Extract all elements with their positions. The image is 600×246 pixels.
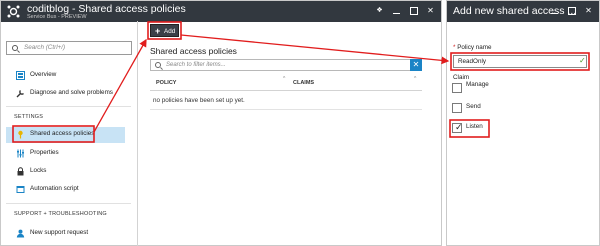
filter-search-input[interactable]: Search to filter items... xyxy=(150,59,422,71)
search-icon xyxy=(12,45,18,51)
window-controls: ❖ ✕ xyxy=(375,6,435,16)
settings-section-header: SETTINGS xyxy=(14,114,44,120)
checkmark-icon: ✓ xyxy=(579,56,586,65)
nav-item-label: New support request xyxy=(30,229,89,236)
close-icon[interactable]: ✕ xyxy=(426,6,435,16)
menu-search-input[interactable]: Search (Ctrl+/) xyxy=(6,41,132,55)
column-divider xyxy=(137,21,138,246)
nav-divider xyxy=(6,106,131,107)
overview-icon xyxy=(16,71,25,80)
nav-item-locks[interactable]: Locks xyxy=(0,164,133,180)
nav-item-diagnose[interactable]: Diagnose and solve problems xyxy=(0,86,133,102)
search-placeholder: Search (Ctrl+/) xyxy=(24,44,66,51)
table-row-divider xyxy=(150,109,422,110)
nav-item-label: Shared access policies xyxy=(30,130,95,137)
minimize-icon[interactable] xyxy=(392,6,401,16)
filter-placeholder: Search to filter items... xyxy=(166,62,226,68)
shared-access-policies-blade: coditblog - Shared access policies Servi… xyxy=(0,0,442,246)
script-icon xyxy=(16,186,25,193)
checkmark-icon: ✓ xyxy=(455,122,463,132)
wrench-icon xyxy=(16,90,24,98)
search-icon xyxy=(155,62,161,68)
nav-item-new-support-request[interactable]: New support request xyxy=(0,226,133,242)
sliders-icon xyxy=(17,149,24,158)
required-mark: * xyxy=(453,44,456,51)
minimize-icon[interactable] xyxy=(550,6,559,16)
add-button-label: Add xyxy=(164,28,176,35)
nav-item-label: Overview xyxy=(30,71,57,78)
nav-item-label: Locks xyxy=(30,167,47,174)
blade-header: coditblog - Shared access policies Servi… xyxy=(1,1,441,22)
pin-icon[interactable]: ❖ xyxy=(375,6,384,16)
claim-label: Claim xyxy=(453,74,470,81)
policy-name-label: * Policy name xyxy=(453,44,492,51)
checkbox[interactable]: ✓ xyxy=(452,122,463,133)
plus-icon: + xyxy=(155,26,161,36)
blade-subtitle: Service Bus - PREVIEW xyxy=(27,14,87,20)
clear-filter-icon[interactable]: ✕ xyxy=(410,59,422,71)
nav-item-overview[interactable]: Overview xyxy=(0,68,133,84)
policies-heading: Shared access policies xyxy=(150,46,237,56)
lock-icon xyxy=(17,167,24,176)
checkbox-label: Listen xyxy=(466,123,483,130)
column-header-policy[interactable]: POLICY xyxy=(156,80,176,86)
add-policy-button[interactable]: + Add xyxy=(150,24,179,37)
nav-item-label: Diagnose and solve problems xyxy=(30,89,113,96)
support-section-header: SUPPORT + TROUBLESHOOTING xyxy=(14,211,107,217)
policy-name-label-text: Policy name xyxy=(457,44,492,51)
nav-item-label: Properties xyxy=(30,149,59,156)
maximize-icon[interactable] xyxy=(409,6,418,16)
checkbox[interactable] xyxy=(452,83,462,93)
nav-item-shared-access-policies[interactable]: Shared access policies xyxy=(6,127,125,143)
key-icon xyxy=(18,130,23,139)
person-icon xyxy=(16,229,25,238)
service-bus-icon xyxy=(7,5,20,18)
maximize-icon[interactable] xyxy=(567,6,576,16)
checkbox-label: Manage xyxy=(466,81,489,88)
nav-item-label: Automation script xyxy=(30,185,79,192)
close-icon[interactable]: ✕ xyxy=(584,6,593,16)
chevron-up-icon[interactable]: ˆ xyxy=(283,77,285,84)
nav-divider xyxy=(6,203,131,204)
nav-item-properties[interactable]: Properties xyxy=(0,146,133,162)
column-header-claims[interactable]: CLAIMS xyxy=(293,80,314,86)
checkbox[interactable] xyxy=(452,103,462,113)
checkbox-label: Send xyxy=(466,103,481,110)
chevron-up-icon[interactable]: ˆ xyxy=(414,77,416,84)
window-controls: ✕ xyxy=(550,6,593,16)
nav-item-automation-script[interactable]: Automation script xyxy=(0,182,133,198)
policy-name-input[interactable] xyxy=(453,55,587,68)
table-header-divider xyxy=(150,90,422,91)
blade-header: Add new shared access ... ✕ xyxy=(447,1,599,22)
empty-table-message: no policies have been set up yet. xyxy=(153,97,245,104)
